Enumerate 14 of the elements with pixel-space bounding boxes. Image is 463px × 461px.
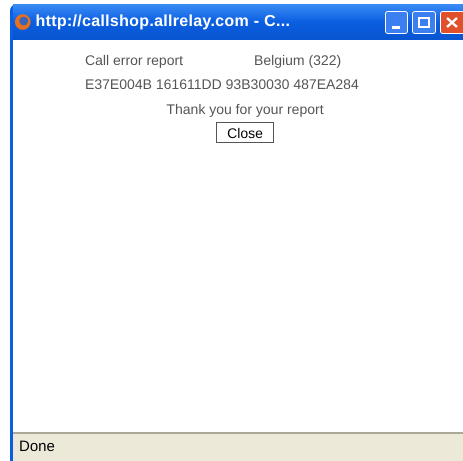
thank-you-message: Thank you for your report [166,100,324,119]
close-icon [444,16,459,28]
report-title: Call error report [85,50,184,70]
error-code: E37E004B 161611DD 93B30030 487EA284 [85,74,359,94]
close-window-button[interactable] [440,10,463,34]
window-title: http://callshop.allrelay.com - C... [36,12,292,32]
status-text: Done [19,437,55,458]
minimize-icon [392,26,400,28]
maximize-icon [418,16,430,28]
minimize-button[interactable] [384,10,408,34]
country-text: Belgium (322) [254,50,342,70]
browser-logo-icon [14,13,32,31]
maximize-button[interactable] [412,10,436,34]
close-button[interactable]: Close [216,122,274,143]
